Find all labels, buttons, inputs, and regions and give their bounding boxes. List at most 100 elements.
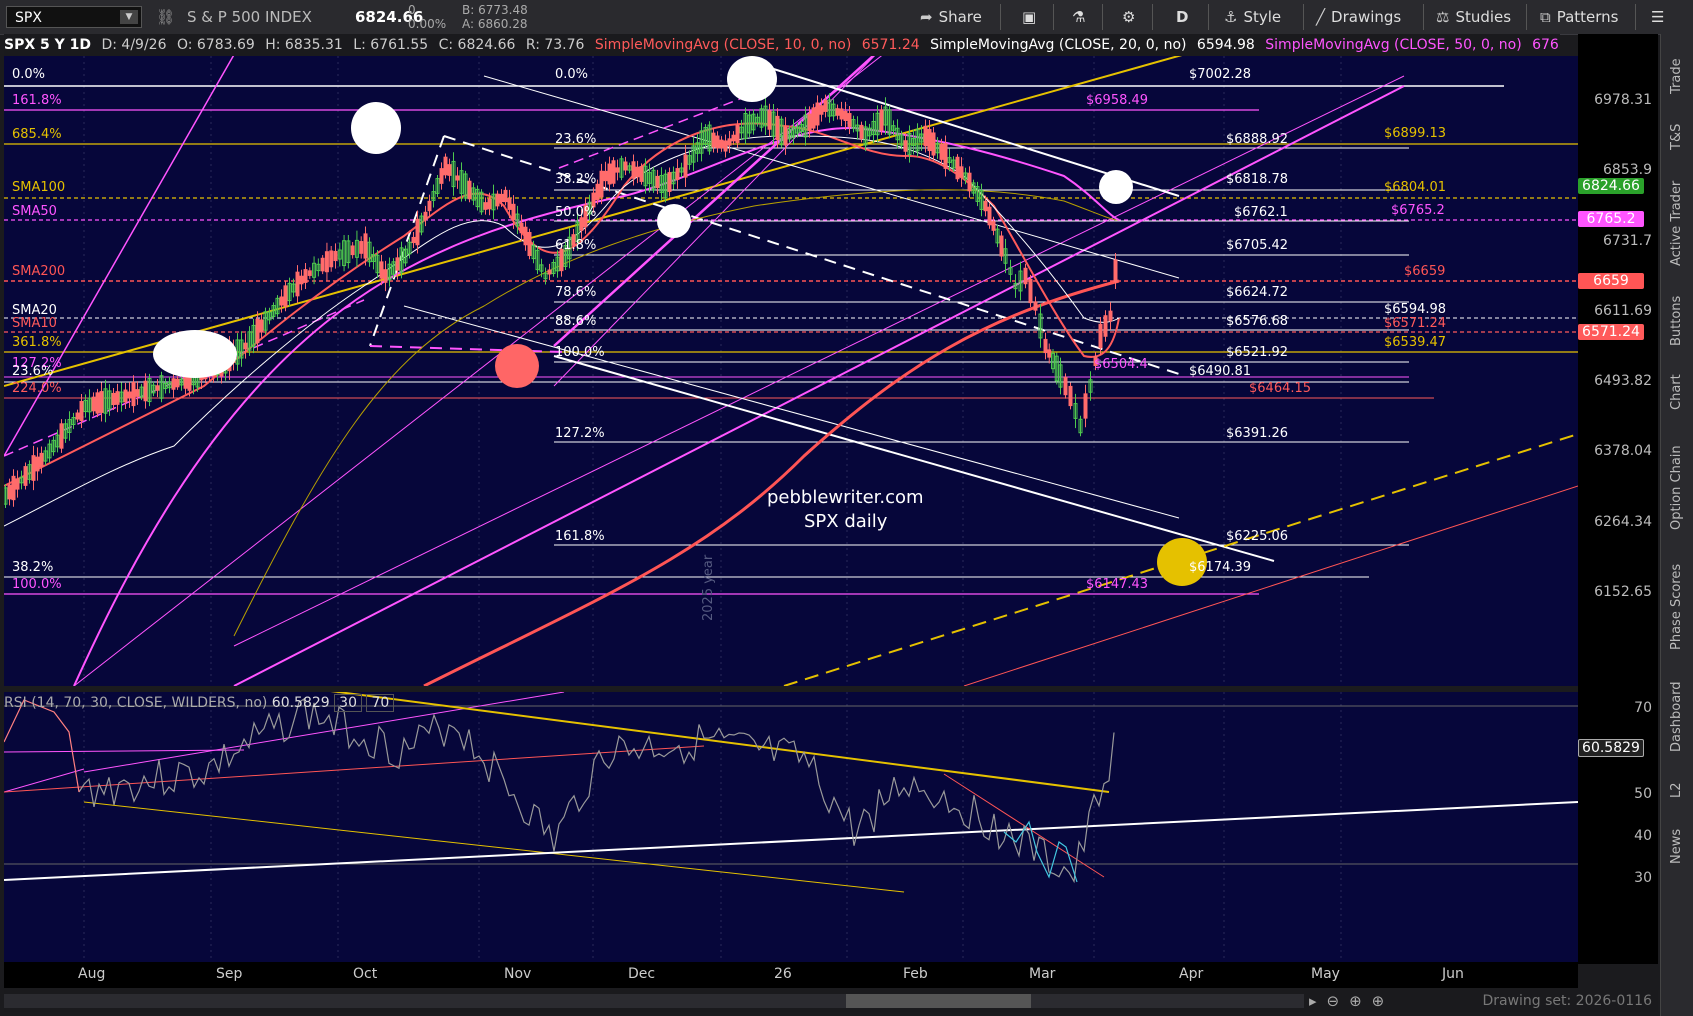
symbol-input[interactable]: SPX ▼ bbox=[6, 6, 142, 28]
candle-body bbox=[7, 484, 12, 500]
share-button[interactable]: ➦ Share bbox=[914, 4, 988, 30]
drawings-button[interactable]: ╱ Drawings bbox=[1310, 4, 1407, 30]
candle-body bbox=[1043, 338, 1048, 354]
candle-body bbox=[959, 166, 964, 178]
sma-label: SMA10 bbox=[12, 316, 57, 331]
candle-body bbox=[1033, 301, 1038, 311]
candle-body bbox=[847, 113, 852, 127]
tab-label: Active Trader bbox=[1669, 180, 1684, 266]
rsi-pane[interactable] bbox=[4, 692, 1578, 962]
rsi-study-label[interactable]: RSI (14, 70, 30, CLOSE, WILDERS, no) bbox=[4, 695, 267, 711]
period-button[interactable]: D bbox=[1170, 4, 1194, 30]
menu-button[interactable]: ☰ bbox=[1645, 4, 1670, 30]
candle-body bbox=[487, 198, 492, 210]
candle-body bbox=[59, 423, 64, 449]
candle-body bbox=[307, 270, 312, 276]
candle-body bbox=[639, 166, 644, 182]
right-sidebar: Trade T&S Active Trader Buttons Chart Op… bbox=[1660, 34, 1693, 1016]
candle-body bbox=[983, 200, 988, 212]
sma10-study-label[interactable]: SimpleMovingAvg (CLOSE, 10, 0, no) bbox=[595, 37, 851, 53]
patterns-button[interactable]: ⧉ Patterns bbox=[1534, 4, 1625, 30]
candle-body bbox=[329, 250, 334, 268]
watermark-chart: SPX daily bbox=[804, 511, 888, 532]
fib-label: 78.6% bbox=[555, 285, 596, 300]
candle-body bbox=[1113, 259, 1118, 283]
fib-label: 23.6% bbox=[12, 364, 53, 379]
link-icon[interactable]: ⛓ bbox=[156, 8, 175, 26]
fib-label: 161.8% bbox=[555, 529, 605, 544]
price-tick: 6611.69 bbox=[1594, 303, 1652, 319]
chevron-down-icon[interactable]: ▼ bbox=[120, 10, 138, 24]
price-axis[interactable]: 6978.31 6853.9 6731.7 6611.69 6493.82 63… bbox=[1578, 34, 1658, 964]
tab-label: Trade bbox=[1669, 58, 1684, 94]
tab-label: News bbox=[1669, 828, 1684, 864]
candle-body bbox=[415, 218, 420, 246]
rsi-oversold-level: 30 bbox=[334, 694, 362, 712]
candle-body bbox=[527, 231, 532, 257]
price-chart[interactable]: 2025 year pebblewriter.com SPX daily 0.0… bbox=[4, 56, 1578, 686]
scroll-track[interactable] bbox=[4, 994, 1304, 1008]
fib-label: 224.0% bbox=[12, 381, 62, 396]
fib-label: 88.6% bbox=[555, 314, 596, 329]
sma10-study-value: 6571.24 bbox=[861, 37, 920, 53]
level-label: $6147.43 bbox=[1086, 577, 1148, 592]
time-tick: Aug bbox=[78, 966, 106, 982]
gear-icon: ⚙ bbox=[1122, 8, 1136, 26]
marker-circle bbox=[727, 56, 777, 102]
rsi-trendline bbox=[4, 745, 705, 793]
rsi-canvas bbox=[4, 692, 1578, 962]
candle-body bbox=[623, 161, 628, 171]
level-label: $6659 bbox=[1404, 264, 1445, 279]
price-tick: 6978.31 bbox=[1594, 92, 1652, 108]
rsi-tick: 30 bbox=[1634, 870, 1652, 886]
divider bbox=[1152, 4, 1153, 30]
candle-body bbox=[333, 250, 338, 262]
fib-label: 38.2% bbox=[12, 560, 53, 575]
bid-price: B: 6773.48 bbox=[462, 3, 528, 17]
candle-body bbox=[859, 124, 864, 140]
fib-label: 361.8% bbox=[12, 335, 62, 350]
rsi-header[interactable]: RSI (14, 70, 30, CLOSE, WILDERS, no) 60.… bbox=[4, 692, 395, 714]
settings-button[interactable]: ⚙ bbox=[1116, 4, 1141, 30]
candle-body bbox=[967, 172, 972, 192]
candle-body bbox=[615, 167, 620, 173]
fib-label: 61.8% bbox=[555, 238, 596, 253]
studies-button[interactable]: ⚖ Studies bbox=[1430, 4, 1517, 30]
sma50-study-label[interactable]: SimpleMovingAvg (CLOSE, 50, 0, no) bbox=[1265, 37, 1521, 53]
candle-body bbox=[987, 206, 992, 226]
zoom-controls[interactable]: ▸⊖⊕⊕ bbox=[1309, 992, 1394, 1010]
watermark-site: pebblewriter.com bbox=[767, 487, 924, 508]
menu-icon: ☰ bbox=[1651, 8, 1665, 26]
share-icon: ➦ bbox=[920, 8, 933, 26]
candle-body bbox=[423, 211, 428, 221]
style-button[interactable]: ⚓ Style bbox=[1218, 4, 1287, 30]
chart-scrollbar[interactable]: ▸⊖⊕⊕ Drawing set: 2026-0116 bbox=[4, 990, 1658, 1012]
candle-body bbox=[299, 275, 304, 285]
candle-body bbox=[295, 271, 300, 297]
candle-body bbox=[991, 221, 996, 231]
price-tick: 6378.04 bbox=[1594, 443, 1652, 459]
candle-body bbox=[879, 109, 884, 131]
level-label: $6576.68 bbox=[1226, 314, 1288, 329]
candle-body bbox=[447, 164, 452, 176]
candle-body bbox=[31, 455, 36, 481]
divider bbox=[1102, 4, 1103, 30]
candle-body bbox=[727, 138, 732, 146]
scroll-thumb[interactable] bbox=[846, 994, 1031, 1008]
candle-body bbox=[811, 107, 816, 129]
candle-body bbox=[467, 180, 472, 200]
trendlines bbox=[4, 56, 1578, 686]
candle-body bbox=[1063, 376, 1068, 396]
snapshot-button[interactable]: ▣ bbox=[1016, 4, 1042, 30]
rsi-tick: 70 bbox=[1634, 700, 1652, 716]
candle-body bbox=[1103, 315, 1108, 337]
tab-label: Buttons bbox=[1669, 295, 1684, 346]
price-tick: 6853.9 bbox=[1603, 162, 1652, 178]
candle-body bbox=[843, 110, 848, 122]
studies-lab-button[interactable]: ⚗ bbox=[1066, 4, 1091, 30]
sma20-study-label[interactable]: SimpleMovingAvg (CLOSE, 20, 0, no) bbox=[930, 37, 1186, 53]
candle-body bbox=[611, 160, 616, 184]
candle-body bbox=[839, 108, 844, 120]
rsi-value: 60.5829 bbox=[271, 695, 330, 711]
time-axis[interactable]: Aug Sep Oct Nov Dec 26 Feb Mar Apr May J… bbox=[4, 962, 1578, 988]
